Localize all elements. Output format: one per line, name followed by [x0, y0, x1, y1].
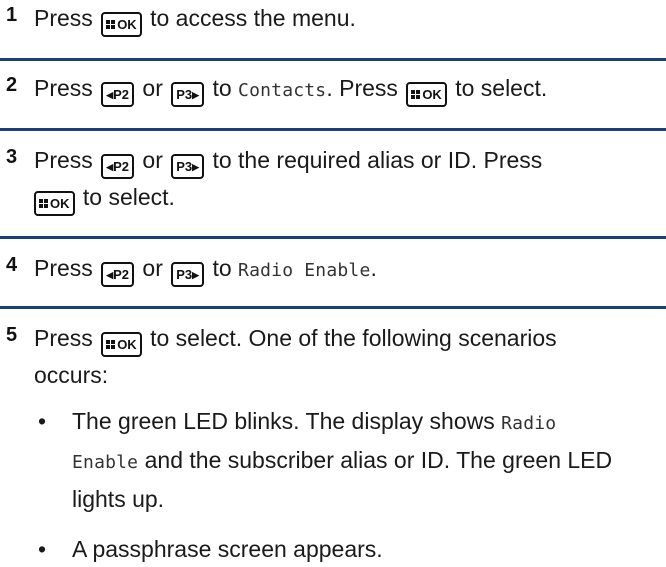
press-text: . Press	[326, 75, 405, 101]
p3-key-icon: P3▶	[171, 154, 205, 179]
p2-key-icon: ◀P2	[101, 262, 135, 287]
list-item: • A passphrase screen appears.	[34, 531, 660, 567]
bullet-text: A passphrase screen appears.	[72, 536, 383, 562]
step-instruction: to the required alias or ID. Press	[206, 147, 543, 173]
step-text: Press OK to access the menu.	[34, 0, 660, 37]
scenario-list: • The green LED blinks. The display show…	[34, 403, 660, 567]
separator	[0, 236, 666, 239]
procedure-document: 1 Press OK to access the menu. 2 Press ◀…	[0, 0, 666, 562]
ok-menu-key-icon: OK	[101, 12, 142, 37]
list-item: • The green LED blinks. The display show…	[34, 403, 660, 517]
menu-item-name: Contacts	[238, 80, 327, 101]
separator	[0, 58, 666, 61]
step-text: Press ◀P2 or P3▶ to Radio Enable.	[34, 250, 660, 289]
ok-menu-key-icon: OK	[406, 82, 447, 107]
display-text: Radio	[501, 413, 557, 434]
step-number: 3	[6, 146, 18, 168]
step-text: Press ◀P2 or P3▶ to Contacts. Press OK t…	[34, 70, 660, 109]
to-text: to	[206, 75, 239, 101]
step-number: 1	[6, 4, 18, 26]
step-text: Press OK to select. One of the following…	[34, 320, 660, 567]
display-text: Enable	[72, 452, 139, 473]
p2-key-icon: ◀P2	[101, 154, 135, 179]
menu-item-name: Radio Enable	[238, 260, 371, 281]
bullet-marker: •	[38, 408, 47, 434]
separator	[0, 128, 666, 131]
bullet-text: and the subscriber alias or ID. The gree…	[72, 447, 613, 512]
step-instruction: to select.	[76, 184, 175, 210]
press-text: Press	[34, 147, 93, 173]
step-instruction: occurs:	[34, 362, 109, 388]
p3-key-icon: P3▶	[171, 82, 205, 107]
or-text: or	[136, 255, 170, 281]
press-text: Press	[34, 75, 93, 101]
to-text: to	[206, 255, 239, 281]
step-instruction: to access the menu.	[143, 5, 356, 31]
step-number: 5	[6, 324, 18, 346]
ok-menu-key-icon: OK	[101, 332, 142, 357]
or-text: or	[136, 147, 170, 173]
bullet-marker: •	[38, 536, 47, 562]
period-text: .	[370, 255, 377, 281]
press-text: Press	[34, 5, 93, 31]
step-text: Press ◀P2 or P3▶ to the required alias o…	[34, 142, 660, 216]
or-text: or	[136, 75, 170, 101]
step-number: 4	[6, 254, 18, 276]
p3-key-icon: P3▶	[171, 262, 205, 287]
step-instruction: to select. One of the following scenario…	[143, 325, 557, 351]
press-text: Press	[34, 325, 93, 351]
step-instruction: to select.	[448, 75, 548, 101]
p2-key-icon: ◀P2	[101, 82, 135, 107]
step-number: 2	[6, 74, 18, 96]
bullet-text: The green LED blinks. The display shows	[72, 408, 502, 434]
separator	[0, 306, 666, 309]
press-text: Press	[34, 255, 93, 281]
ok-menu-key-icon: OK	[34, 191, 75, 216]
